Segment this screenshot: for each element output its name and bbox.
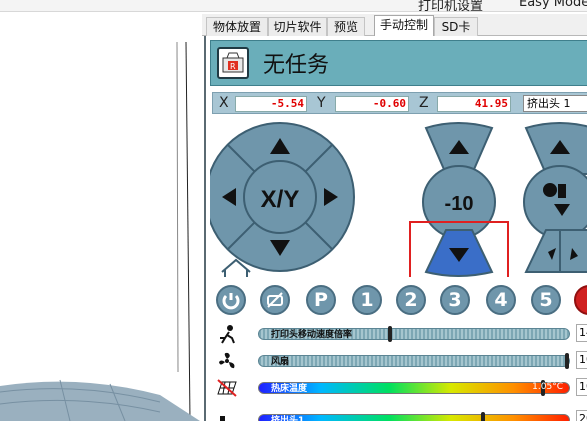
jog-canvas: X/Y -10 <box>205 122 587 281</box>
y-position-value: -0.60 <box>335 96 409 112</box>
3d-viewport[interactable] <box>0 12 200 421</box>
z-position-value: 41.95 <box>437 96 511 112</box>
svg-text:R: R <box>230 62 236 71</box>
y-label: Y <box>317 95 326 111</box>
bed-temp-slider[interactable]: 热床温度 1.05°C <box>258 380 570 396</box>
power-button[interactable] <box>216 285 246 315</box>
disable-steppers-button[interactable] <box>260 285 290 315</box>
button-3[interactable]: 3 <box>440 285 470 315</box>
menu-bar: 打印机设置 Easy Mode <box>0 0 587 14</box>
speed-slider-row: 打印头移动速度倍率 14 <box>206 322 587 346</box>
tab-slicer[interactable]: 切片软件 <box>268 17 327 36</box>
bed-temp-reading: 1.05°C <box>532 382 563 392</box>
x-label: X <box>219 95 229 111</box>
viewport-canvas <box>0 41 200 421</box>
tab-manual-control[interactable]: 手动控制 <box>374 15 434 36</box>
status-bar: R 无任务 <box>210 40 587 86</box>
z-step-label: -10 <box>445 193 474 215</box>
fan-slider-knob[interactable] <box>565 353 569 369</box>
tab-bar: 物体放置 切片软件 预览 手动控制 SD卡 <box>202 14 587 36</box>
fan-icon <box>219 352 235 369</box>
fan-slider-row: 风扇 10 <box>206 349 587 373</box>
tab-sd-card[interactable]: SD卡 <box>434 17 478 36</box>
button-1[interactable]: 1 <box>352 285 382 315</box>
fan-slider[interactable]: 风扇 <box>258 353 570 369</box>
x-position-value: -5.54 <box>235 96 307 112</box>
extruder-temp-row: 挤出头1 20 <box>206 408 587 421</box>
job-status-text: 无任务 <box>263 53 330 78</box>
emergency-stop-button[interactable] <box>574 285 587 315</box>
speed-slider-label: 打印头移动速度倍率 <box>271 330 353 340</box>
extruder-select[interactable]: 挤出头 1 <box>523 95 587 112</box>
xy-home-label[interactable]: X/Y <box>261 186 300 213</box>
extruder-temp-slider[interactable]: 挤出头1 <box>258 412 570 421</box>
printer-logo-icon: R <box>217 47 249 79</box>
button-4[interactable]: 4 <box>486 285 516 315</box>
button-5[interactable]: 5 <box>531 285 561 315</box>
extruder-temp-label: 挤出头1 <box>271 416 305 421</box>
bed-temp-row: 热床温度 1.05°C 10 <box>206 376 587 400</box>
speed-slider-knob[interactable] <box>388 326 392 342</box>
menu-easy-mode[interactable]: Easy Mode <box>519 0 587 10</box>
manual-control-panel: R 无任务 X -5.54 Y -0.60 Z 41.95 挤出头 1 X/Y … <box>204 36 587 421</box>
speed-value[interactable]: 14 <box>576 324 587 342</box>
fan-slider-label: 风扇 <box>271 357 290 367</box>
extruder-jog-control[interactable] <box>523 122 587 273</box>
menu-printer-settings[interactable]: 打印机设置 <box>418 0 483 14</box>
button-2[interactable]: 2 <box>396 285 426 315</box>
extruder-temp-icon <box>220 416 225 421</box>
bed-temp-value[interactable]: 10 <box>576 378 587 396</box>
coordinates-bar: X -5.54 Y -0.60 Z 41.95 挤出头 1 <box>212 92 587 114</box>
extruder-temp-knob[interactable] <box>481 412 485 421</box>
z-label: Z <box>419 95 429 111</box>
extruder-temp-value[interactable]: 20 <box>576 410 587 421</box>
jog-controls: X/Y -10 <box>205 122 587 281</box>
tab-preview[interactable]: 预览 <box>327 17 365 36</box>
tab-object-placement[interactable]: 物体放置 <box>206 17 268 36</box>
speed-slider[interactable]: 打印头移动速度倍率 <box>258 326 570 342</box>
fan-value[interactable]: 10 <box>576 351 587 369</box>
heated-bed-icon <box>217 379 237 397</box>
button-p[interactable]: P <box>306 285 336 315</box>
running-man-icon <box>220 325 235 344</box>
bed-temp-label: 热床温度 <box>271 384 308 394</box>
